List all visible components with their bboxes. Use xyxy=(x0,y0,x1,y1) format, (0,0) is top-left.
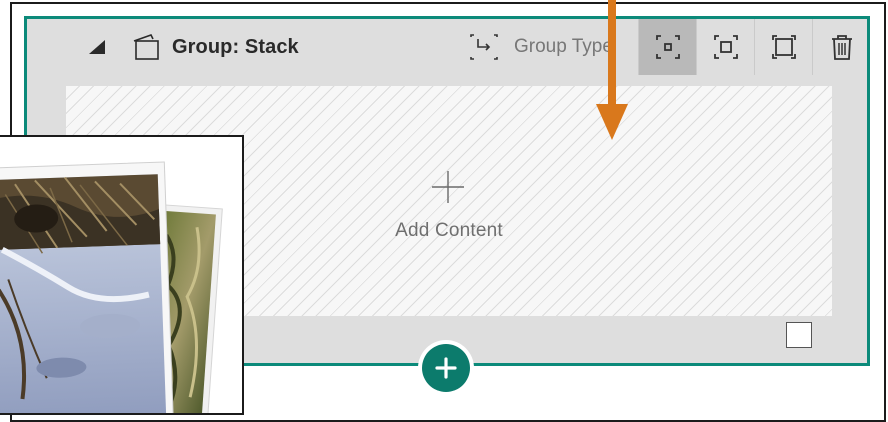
group-title: Group: Stack xyxy=(172,36,299,58)
orange-arrow-annotation xyxy=(596,0,628,140)
trash-icon xyxy=(832,35,852,60)
medium-size-icon xyxy=(714,35,738,59)
photo-thumbnail xyxy=(0,135,244,415)
add-section-plus-icon xyxy=(435,357,457,379)
medium-size-button[interactable] xyxy=(696,19,754,75)
select-checkbox[interactable] xyxy=(786,322,812,348)
delete-button[interactable] xyxy=(812,19,867,75)
group-icon xyxy=(133,34,159,60)
add-section-button[interactable] xyxy=(422,344,470,392)
group-toolbar: Group: Stack Group Type xyxy=(27,19,867,75)
small-size-icon xyxy=(656,35,680,59)
plus-icon xyxy=(432,171,464,203)
collapse-triangle-icon[interactable] xyxy=(89,40,105,54)
stacked-photos-image xyxy=(0,137,242,413)
large-size-icon xyxy=(772,35,796,59)
group-type-icon xyxy=(470,34,498,60)
large-size-button[interactable] xyxy=(754,19,812,75)
small-size-button[interactable] xyxy=(638,19,696,75)
